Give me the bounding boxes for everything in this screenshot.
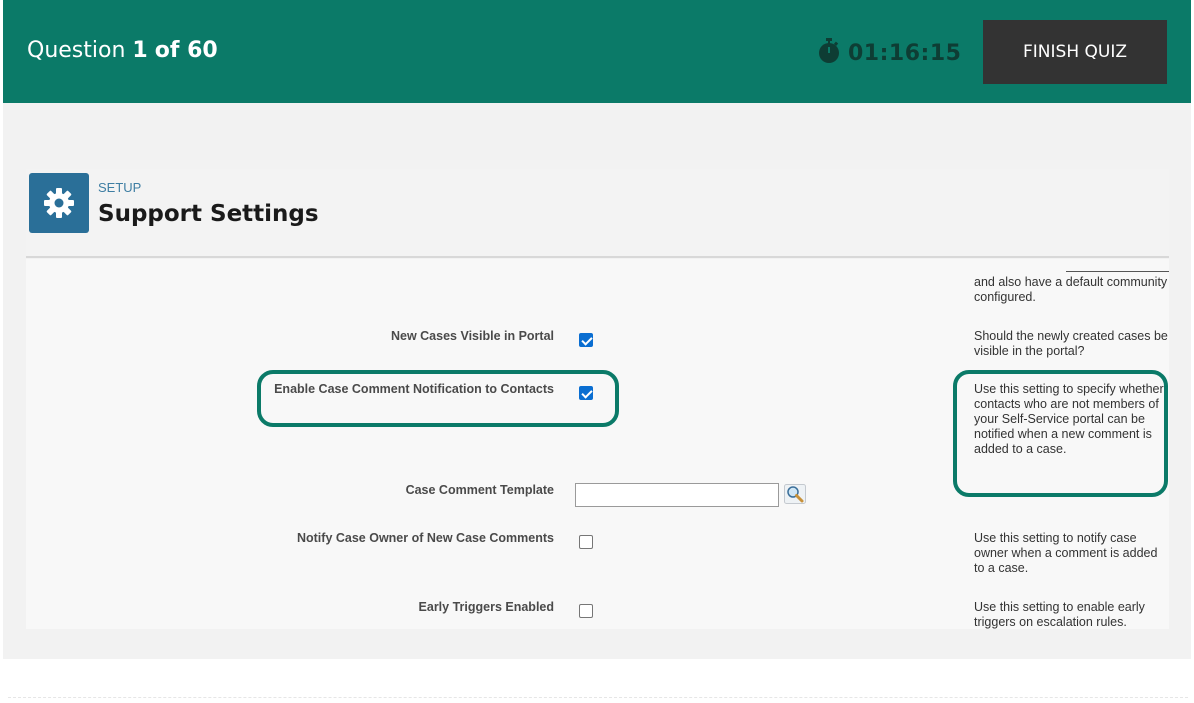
quiz-header: Question 1 of 60 01:16:15 FINISH QUIZ bbox=[3, 0, 1191, 103]
setup-header: SETUP Support Settings bbox=[26, 169, 1169, 258]
gear-icon bbox=[29, 173, 89, 233]
page-title: Support Settings bbox=[98, 201, 319, 227]
highlight-outline-help bbox=[953, 370, 1168, 497]
lookup-search-icon[interactable] bbox=[784, 484, 806, 504]
new-cases-visible-checkbox[interactable] bbox=[579, 333, 593, 347]
early-triggers-checkbox[interactable] bbox=[579, 604, 593, 618]
question-prefix: Question bbox=[27, 38, 126, 63]
early-triggers-label: Early Triggers Enabled bbox=[418, 600, 554, 614]
new-cases-visible-help: Should the newly created cases be visibl… bbox=[974, 329, 1168, 358]
case-comment-template-input[interactable] bbox=[575, 483, 779, 507]
new-cases-visible-label: New Cases Visible in Portal bbox=[390, 329, 554, 343]
notify-case-owner-label: Notify Case Owner of New Case Comments bbox=[296, 531, 554, 545]
case-comment-template-label: Case Comment Template bbox=[405, 483, 554, 497]
timer-value: 01:16:15 bbox=[848, 41, 962, 66]
divider bbox=[8, 697, 1188, 698]
question-total: of 60 bbox=[154, 38, 218, 63]
stopwatch-icon bbox=[818, 38, 840, 69]
divider bbox=[1066, 271, 1169, 273]
early-triggers-help: Use this setting to enable early trigger… bbox=[974, 600, 1145, 629]
top-help-text: and also have a default community config… bbox=[974, 275, 1168, 304]
support-settings-panel: and also have a default community config… bbox=[26, 259, 1169, 629]
setup-breadcrumb: SETUP bbox=[98, 180, 142, 195]
finish-quiz-button[interactable]: FINISH QUIZ bbox=[983, 20, 1167, 84]
question-content: SETUP Support Settings and also have a d… bbox=[3, 103, 1191, 659]
notify-case-owner-checkbox[interactable] bbox=[579, 535, 593, 549]
notify-case-owner-help: Use this setting to notify case owner wh… bbox=[974, 531, 1158, 575]
question-current: 1 bbox=[132, 38, 148, 63]
question-counter: Question 1 of 60 bbox=[27, 38, 218, 63]
highlight-outline-setting bbox=[257, 370, 619, 427]
quiz-timer: 01:16:15 bbox=[818, 38, 961, 69]
